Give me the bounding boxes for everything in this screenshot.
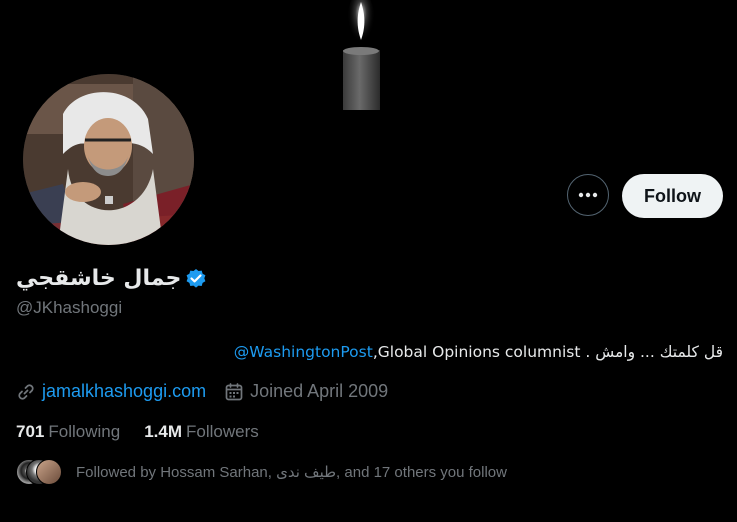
mutual-avatar	[36, 459, 62, 485]
profile-page: Follow جمال خاشقجي @JKhashoggi @Washingt…	[0, 0, 737, 522]
display-name: جمال خاشقجي	[16, 266, 182, 291]
mutual-avatars	[16, 459, 64, 485]
followers-count: 1.4M	[144, 422, 182, 441]
bio-mention[interactable]: @WashingtonPost	[234, 343, 373, 361]
profile-bio: @WashingtonPostقل كلمتك ... وامش . Globa…	[234, 343, 723, 361]
followers-link[interactable]: 1.4M Followers	[144, 422, 259, 442]
following-label: Following	[48, 422, 121, 441]
follow-button[interactable]: Follow	[622, 174, 723, 218]
name-row: جمال خاشقجي	[16, 264, 207, 294]
website-link[interactable]: jamalkhashoggi.com	[42, 381, 206, 402]
more-options-button[interactable]	[567, 174, 609, 216]
followers-label: Followers	[185, 422, 259, 441]
link-icon	[18, 383, 34, 400]
follow-stats: 701 Following 1.4M Followers	[16, 422, 259, 442]
followed-by-row[interactable]: Followed by Hossam Sarhan, طيف ندى, and …	[16, 459, 507, 485]
verified-badge-icon[interactable]	[185, 268, 207, 290]
profile-avatar[interactable]	[19, 70, 198, 249]
candle-image	[336, 0, 386, 110]
profile-meta: jamalkhashoggi.com Joined April 2009	[16, 381, 388, 402]
more-dots-icon	[578, 192, 598, 198]
followed-by-text: Followed by Hossam Sarhan, طيف ندى, and …	[76, 464, 507, 481]
user-handle: @JKhashoggi	[16, 298, 123, 317]
following-link[interactable]: 701 Following	[16, 422, 120, 442]
calendar-icon	[225, 382, 243, 400]
following-count: 701	[16, 422, 45, 441]
bio-text: قل كلمتك ... وامش . Global Opinions colu…	[372, 343, 723, 361]
joined-date: Joined April 2009	[250, 381, 389, 401]
